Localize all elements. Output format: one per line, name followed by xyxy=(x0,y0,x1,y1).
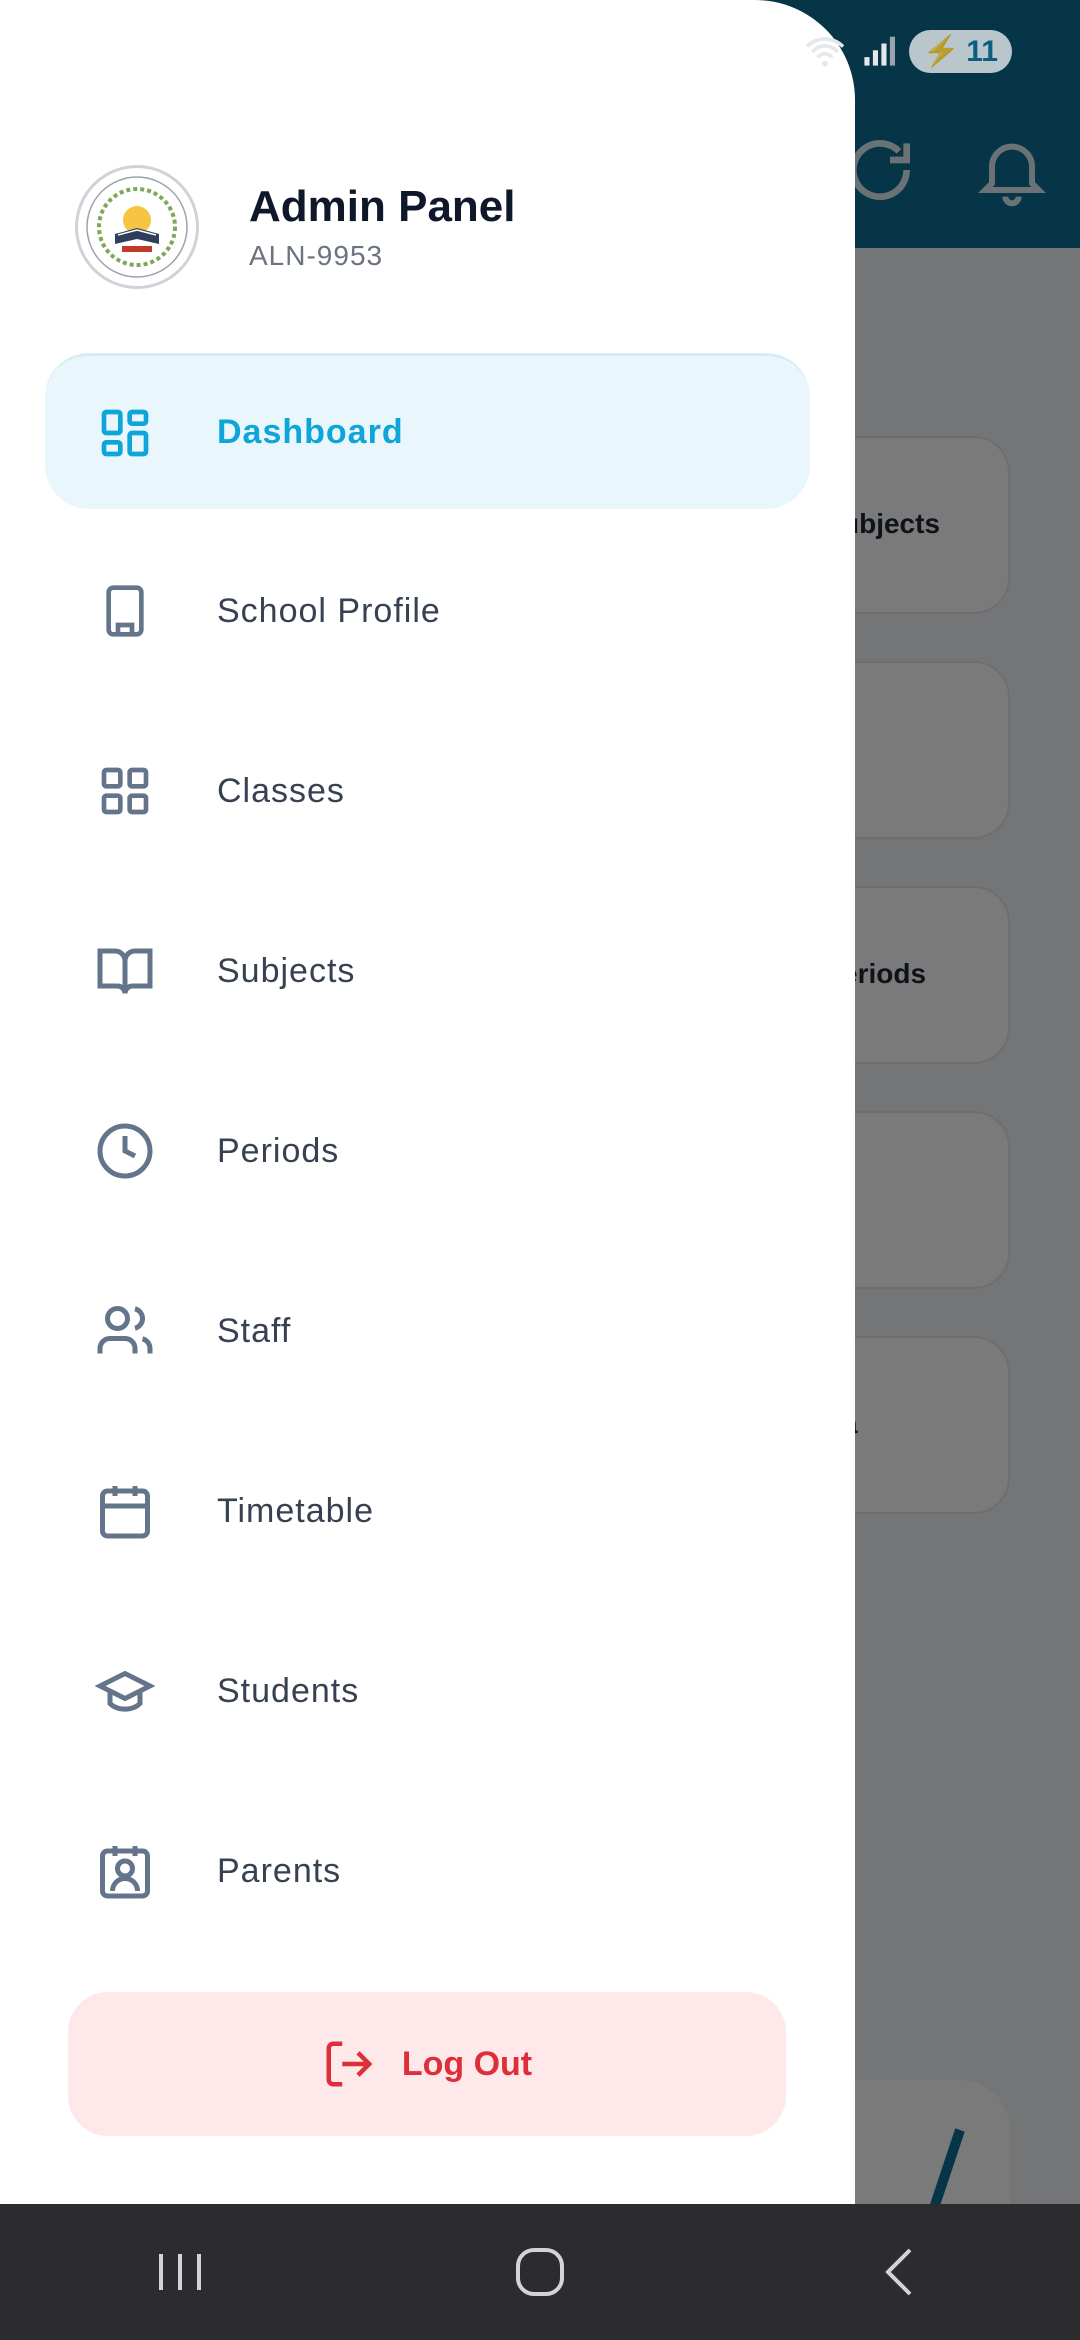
back-button[interactable] xyxy=(850,2232,950,2312)
contact-badge-icon xyxy=(93,1839,157,1903)
menu-item-classes[interactable]: Classes xyxy=(45,713,810,869)
building-icon xyxy=(93,579,157,643)
book-icon xyxy=(93,939,157,1003)
drawer-title: Admin Panel xyxy=(249,182,516,231)
grid-icon xyxy=(93,759,157,823)
logout-button[interactable]: Log Out xyxy=(68,1992,786,2136)
menu-item-staff[interactable]: Staff xyxy=(45,1253,810,1409)
drawer-subtitle: ALN-9953 xyxy=(249,240,384,271)
drawer-header: Admin Panel ALN-9953 xyxy=(75,165,516,289)
menu-item-label: Classes xyxy=(217,771,345,810)
clock-icon xyxy=(93,1119,157,1183)
calendar-icon xyxy=(93,1479,157,1543)
dashboard-icon xyxy=(93,401,157,465)
recent-apps-button[interactable] xyxy=(130,2232,230,2312)
home-button[interactable] xyxy=(490,2232,590,2312)
school-emblem-icon xyxy=(86,176,188,278)
menu-item-label: School Profile xyxy=(217,591,441,630)
battery-indicator: ⚡ 11 xyxy=(908,30,1012,73)
charging-icon: ⚡ xyxy=(922,35,961,68)
menu-item-school-profile[interactable]: School Profile xyxy=(45,533,810,689)
menu-item-label: Subjects xyxy=(217,951,356,990)
menu-item-dashboard[interactable]: Dashboard xyxy=(45,353,810,509)
menu-item-students[interactable]: Students xyxy=(45,1613,810,1769)
users-icon xyxy=(93,1299,157,1363)
menu-item-periods[interactable]: Periods xyxy=(45,1073,810,1229)
menu-item-label: Timetable xyxy=(217,1491,375,1530)
logout-icon xyxy=(326,2041,373,2087)
drawer-menu: Dashboard School Profile Classes Subject… xyxy=(45,353,810,1973)
navigation-drawer: Admin Panel ALN-9953 Dashboard School Pr… xyxy=(0,0,855,2204)
status-bar: ⚡ 11 xyxy=(803,30,1012,73)
battery-level: 11 xyxy=(966,34,998,68)
menu-item-label: Parents xyxy=(217,1851,342,1890)
logout-label: Log Out xyxy=(401,2044,533,2083)
back-chevron-icon xyxy=(885,2248,912,2296)
menu-item-label: Periods xyxy=(217,1131,340,1170)
wifi-icon xyxy=(805,36,845,67)
system-nav-bar xyxy=(0,2204,1080,2340)
signal-icon xyxy=(864,36,895,66)
menu-item-label: Dashboard xyxy=(217,413,404,451)
menu-item-parents[interactable]: Parents xyxy=(45,1793,810,1949)
menu-item-label: Staff xyxy=(217,1311,292,1350)
menu-item-subjects[interactable]: Subjects xyxy=(45,893,810,1049)
school-logo xyxy=(75,165,199,289)
home-icon xyxy=(516,2248,564,2296)
menu-item-timetable[interactable]: Timetable xyxy=(45,1433,810,1589)
recent-apps-icon xyxy=(159,2254,201,2290)
graduation-cap-icon xyxy=(93,1659,157,1723)
menu-item-label: Students xyxy=(217,1671,360,1710)
